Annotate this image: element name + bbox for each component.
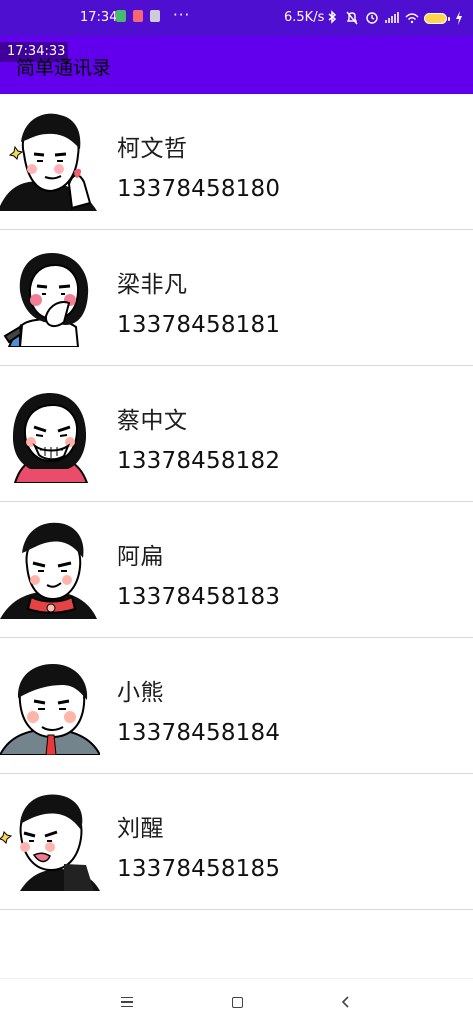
notification-gray-icon	[150, 10, 160, 22]
status-bar: 17:34 ··· 6.5K/s	[0, 0, 473, 36]
alarm-clock-icon	[366, 12, 378, 24]
contact-row[interactable]: 刘醒 13378458185	[0, 774, 473, 910]
contact-row[interactable]: 梁非凡 13378458181	[0, 230, 473, 366]
contact-phone: 13378458185	[117, 856, 281, 882]
contact-row[interactable]: 阿扁 13378458183	[0, 502, 473, 638]
phone-screen: 17:34 ··· 6.5K/s 17:34:33 简单通讯录 柯文哲 1337…	[0, 0, 473, 1024]
cartoon-man-red-collar-avatar	[0, 515, 100, 619]
contact-name: 柯文哲	[117, 136, 188, 162]
contact-list[interactable]: 柯文哲 13378458180 梁非凡 13378458181 蔡中文 1337…	[0, 94, 473, 910]
notification-green-icon	[116, 10, 126, 22]
system-status-icons	[324, 8, 467, 28]
notification-icons	[116, 10, 160, 22]
charging-icon	[456, 11, 462, 25]
contact-phone: 13378458184	[117, 720, 281, 746]
notification-red-icon	[133, 10, 143, 22]
home-square-icon	[231, 997, 243, 1008]
contact-phone: 13378458183	[117, 584, 281, 610]
cartoon-old-man-avatar	[0, 651, 100, 755]
contact-row[interactable]: 柯文哲 13378458180	[0, 94, 473, 230]
muted-alarm-icon	[346, 11, 358, 25]
more-notifications-icon: ···	[173, 6, 191, 24]
contact-phone: 13378458181	[117, 312, 281, 338]
screenshot-time-overlay: 17:34:33	[0, 42, 68, 62]
network-speed: 6.5K/s	[284, 10, 325, 25]
contact-row[interactable]: 蔡中文 13378458182	[0, 366, 473, 502]
hd-network-icon	[385, 12, 399, 23]
contact-phone: 13378458182	[117, 448, 281, 474]
contact-name: 蔡中文	[117, 408, 188, 434]
system-navigation-bar	[0, 978, 473, 1024]
cartoon-man-heart-gesture-avatar	[0, 107, 100, 211]
menu-lines-icon	[121, 997, 133, 1007]
status-time: 17:34	[80, 10, 118, 25]
battery-icon	[424, 12, 450, 24]
contact-name: 刘醒	[117, 816, 164, 842]
wifi-icon	[405, 13, 419, 24]
bluetooth-icon	[328, 10, 337, 24]
contact-name: 阿扁	[117, 544, 164, 570]
chevron-left-icon	[341, 996, 349, 1008]
contact-name: 梁非凡	[117, 272, 188, 298]
contact-row[interactable]: 小熊 13378458184	[0, 638, 473, 774]
home-icon[interactable]	[227, 993, 247, 1011]
cartoon-woman-smiling-avatar	[0, 379, 100, 483]
contact-name: 小熊	[117, 680, 164, 706]
back-icon[interactable]	[336, 993, 356, 1011]
cartoon-man-tongue-avatar	[0, 787, 100, 891]
menu-icon[interactable]	[117, 993, 137, 1011]
contact-phone: 13378458180	[117, 176, 281, 202]
cartoon-woman-surprised-avatar	[0, 243, 100, 347]
